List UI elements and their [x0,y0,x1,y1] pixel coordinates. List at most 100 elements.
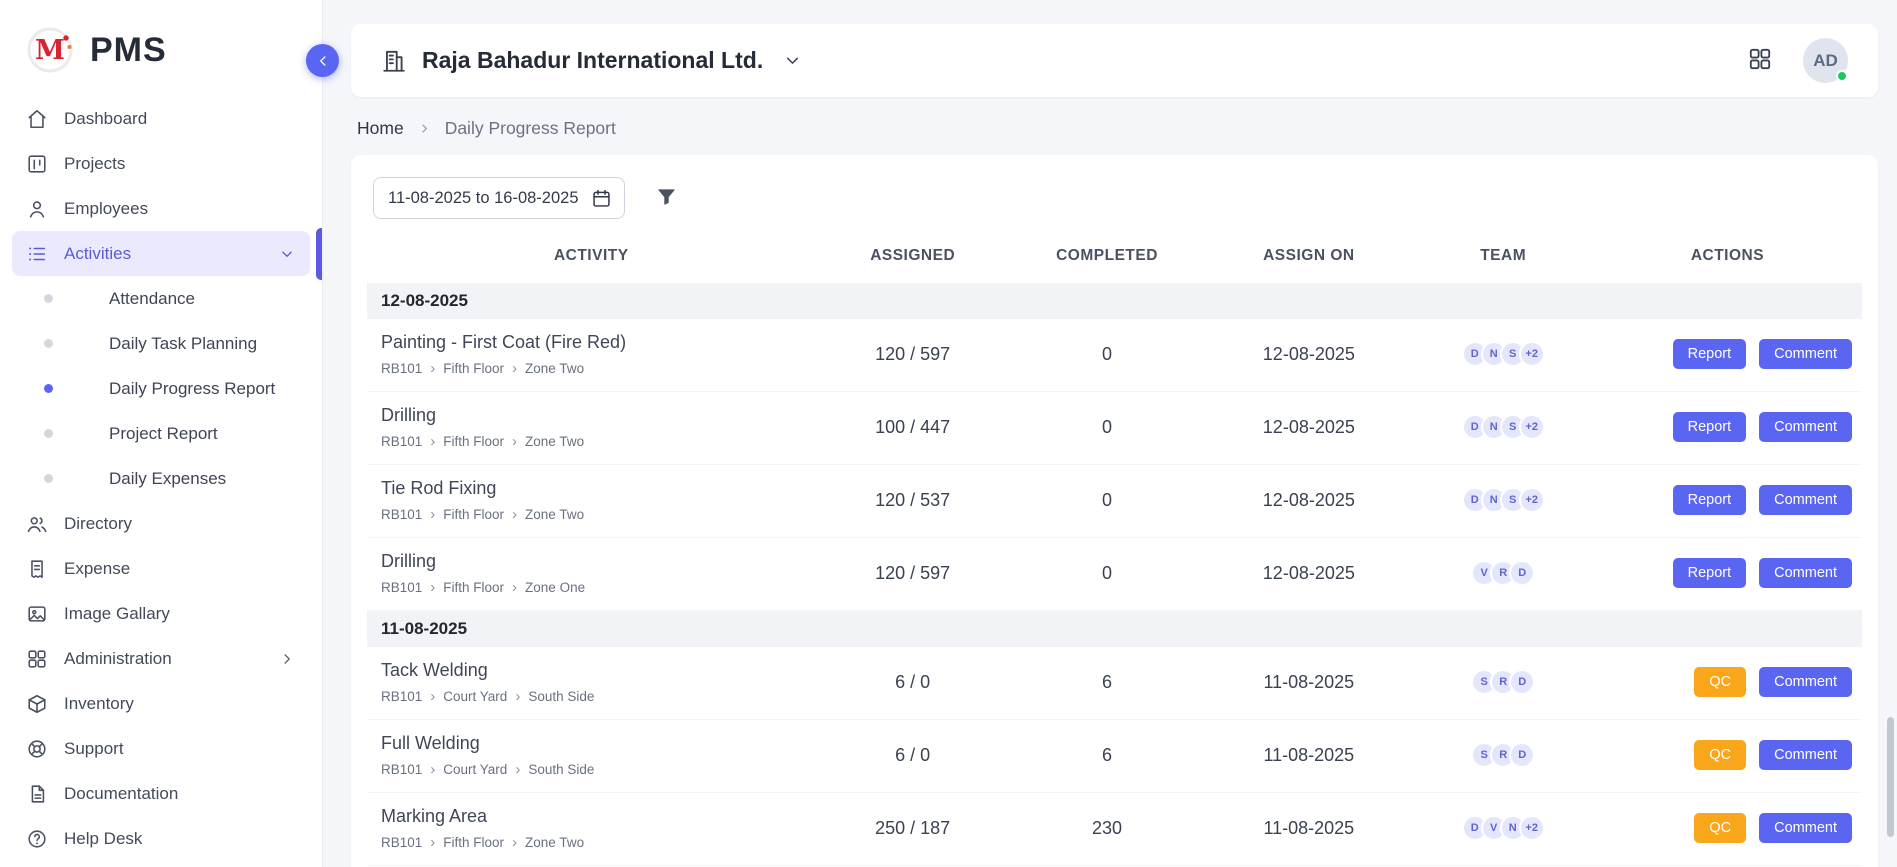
assigned-value: 120 / 537 [816,465,1010,538]
report-button[interactable]: Report [1673,485,1747,515]
report-button[interactable]: Report [1673,412,1747,442]
apps-grid-icon [1747,46,1773,72]
column-header-actions: ACTIONS [1593,233,1862,283]
team-avatars: VRD [1421,560,1584,586]
sidebar-item-employees[interactable]: Employees [12,186,310,231]
activity-row: Marking AreaRB101›Fifth Floor›Zone Two25… [367,793,1862,866]
qc-button[interactable]: QC [1694,813,1746,843]
comment-button[interactable]: Comment [1759,558,1852,588]
sidebar-item-projects[interactable]: Projects [12,141,310,186]
location-segment: RB101 [381,361,422,376]
chevron-right-icon: › [512,361,517,376]
team-avatar[interactable]: D [1509,742,1535,768]
comment-button[interactable]: Comment [1759,485,1852,515]
group-date: 11-08-2025 [367,611,1862,648]
team-avatar-extra[interactable]: +2 [1519,815,1545,841]
comment-button[interactable]: Comment [1759,339,1852,369]
team-avatars: SRD [1421,742,1584,768]
building-icon [381,48,407,74]
chevron-right-icon: › [430,434,435,449]
assigned-value: 6 / 0 [816,720,1010,793]
column-header-assign-on: ASSIGN ON [1204,233,1413,283]
location-segment: Court Yard [443,689,507,704]
chevron-right-icon: › [430,507,435,522]
assign-on-value: 12-08-2025 [1204,465,1413,538]
sidebar-subitem-attendance[interactable]: Attendance [12,276,310,321]
progress-table: ACTIVITY ASSIGNED COMPLETED ASSIGN ON TE… [367,233,1862,867]
qc-button[interactable]: QC [1694,740,1746,770]
chevron-down-icon [278,245,296,263]
assigned-value: 100 / 447 [816,392,1010,465]
chevron-right-icon: › [512,835,517,850]
sidebar-item-help-desk[interactable]: Help Desk [12,816,310,861]
completed-value: 0 [1010,392,1204,465]
location-segment: RB101 [381,835,422,850]
submenu-bullet [44,474,53,483]
user-avatar[interactable]: AD [1803,38,1848,83]
table-header-row: ACTIVITY ASSIGNED COMPLETED ASSIGN ON TE… [367,233,1862,283]
completed-value: 230 [1010,793,1204,866]
comment-button[interactable]: Comment [1759,667,1852,697]
activities-icon [26,243,48,265]
activity-row: DrillingRB101›Fifth Floor›Zone Two100 / … [367,392,1862,465]
comment-button[interactable]: Comment [1759,412,1852,442]
sidebar-item-image-gallary[interactable]: Image Gallary [12,591,310,636]
sidebar-item-documentation[interactable]: Documentation [12,771,310,816]
location-segment: RB101 [381,689,422,704]
scrollbar[interactable] [1887,717,1894,837]
assign-on-value: 11-08-2025 [1204,793,1413,866]
projects-icon [26,153,48,175]
location-segment: RB101 [381,762,422,777]
company-selector[interactable]: Raja Bahadur International Ltd. [381,47,803,74]
assigned-value: 120 / 597 [816,538,1010,611]
sidebar-subitem-daily-task-planning[interactable]: Daily Task Planning [12,321,310,366]
submenu-bullet [44,429,53,438]
team-avatar-extra[interactable]: +2 [1519,341,1545,367]
sidebar-subitem-daily-progress-report[interactable]: Daily Progress Report [12,366,310,411]
qc-button[interactable]: QC [1694,667,1746,697]
activity-name: Full Welding [381,733,808,754]
location-segment: Fifth Floor [443,361,504,376]
comment-button[interactable]: Comment [1759,813,1852,843]
chevron-right-icon: › [430,689,435,704]
sidebar-item-expense[interactable]: Expense [12,546,310,591]
chevron-down-icon [782,50,803,71]
report-button[interactable]: Report [1673,558,1747,588]
group-date: 12-08-2025 [367,283,1862,319]
content-card: 11-08-2025 to 16-08-2025 ACTIVITY ASSIGN… [351,155,1878,867]
team-avatars: SRD [1421,669,1584,695]
sidebar-item-support[interactable]: Support [12,726,310,771]
activity-name: Painting - First Coat (Fire Red) [381,332,808,353]
location-segment: Zone One [525,580,585,595]
comment-button[interactable]: Comment [1759,740,1852,770]
sidebar-item-activities[interactable]: Activities [12,231,310,276]
apps-grid-button[interactable] [1747,46,1773,75]
team-avatar[interactable]: D [1509,560,1535,586]
chevron-left-icon [314,52,332,70]
assign-on-value: 12-08-2025 [1204,538,1413,611]
team-avatar-extra[interactable]: +2 [1519,414,1545,440]
team-avatar-extra[interactable]: +2 [1519,487,1545,513]
sidebar-item-directory[interactable]: Directory [12,501,310,546]
date-range-input[interactable]: 11-08-2025 to 16-08-2025 [373,177,625,219]
sidebar-item-label: Dashboard [64,109,296,129]
sidebar-subitem-daily-expenses[interactable]: Daily Expenses [12,456,310,501]
assigned-value: 250 / 187 [816,793,1010,866]
breadcrumb-home[interactable]: Home [357,118,404,139]
activity-row: Painting - First Coat (Fire Red) RB101 › Fi… [367,319,1862,392]
filter-button[interactable] [655,185,678,211]
svg-text:M: M [35,35,65,66]
team-avatar[interactable]: D [1509,669,1535,695]
report-button[interactable]: Report [1673,339,1747,369]
sidebar-collapse-button[interactable] [306,44,339,77]
activity-name: Drilling [381,405,808,426]
sidebar-item-administration[interactable]: Administration [12,636,310,681]
activity-name: Tie Rod Fixing [381,478,808,499]
assign-on-value: 12-08-2025 [1204,392,1413,465]
sidebar-item-dashboard[interactable]: Dashboard [12,96,310,141]
calendar-icon [591,188,612,209]
activity-row: Full WeldingRB101›Court Yard›South Side6… [367,720,1862,793]
sidebar-item-label: Administration [64,649,262,669]
sidebar-subitem-project-report[interactable]: Project Report [12,411,310,456]
sidebar-item-inventory[interactable]: Inventory [12,681,310,726]
